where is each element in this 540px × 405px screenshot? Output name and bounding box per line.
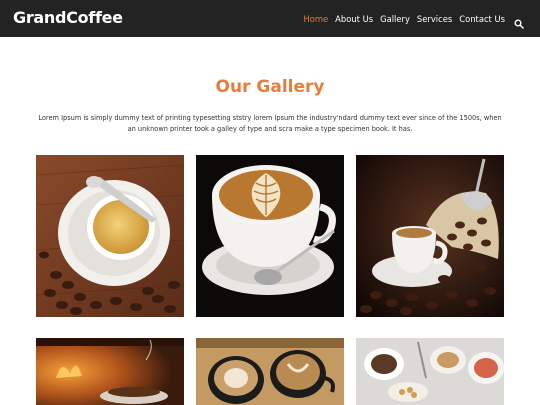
gallery-image-latte-art[interactable] xyxy=(196,155,344,317)
nav-about-us[interactable]: About Us xyxy=(335,14,373,24)
brand-logo[interactable]: GrandCoffee xyxy=(13,8,123,27)
gallery-image-coffee-beans-sack[interactable] xyxy=(356,155,504,317)
gallery-image-fireplace-coffee[interactable] xyxy=(36,338,184,405)
gallery-image-two-lattes[interactable] xyxy=(196,338,344,405)
nav-contact-us[interactable]: Contact Us xyxy=(459,14,505,24)
gallery-image-coffee-table-spread[interactable] xyxy=(356,338,504,405)
search-icon[interactable] xyxy=(514,14,524,29)
nav-home[interactable]: Home xyxy=(303,14,328,24)
navbar: GrandCoffee Home About Us Gallery Servic… xyxy=(0,0,540,37)
nav-services[interactable]: Services xyxy=(417,14,452,24)
gallery-description: Lorem Ipsum is simply dummy text of prin… xyxy=(38,114,502,133)
nav-gallery[interactable]: Gallery xyxy=(380,14,410,24)
nav-menu: Home About Us Gallery Services Contact U… xyxy=(303,0,524,37)
gallery-image-coffee-cup-wood[interactable] xyxy=(36,155,184,317)
gallery-title: Our Gallery xyxy=(215,77,325,97)
